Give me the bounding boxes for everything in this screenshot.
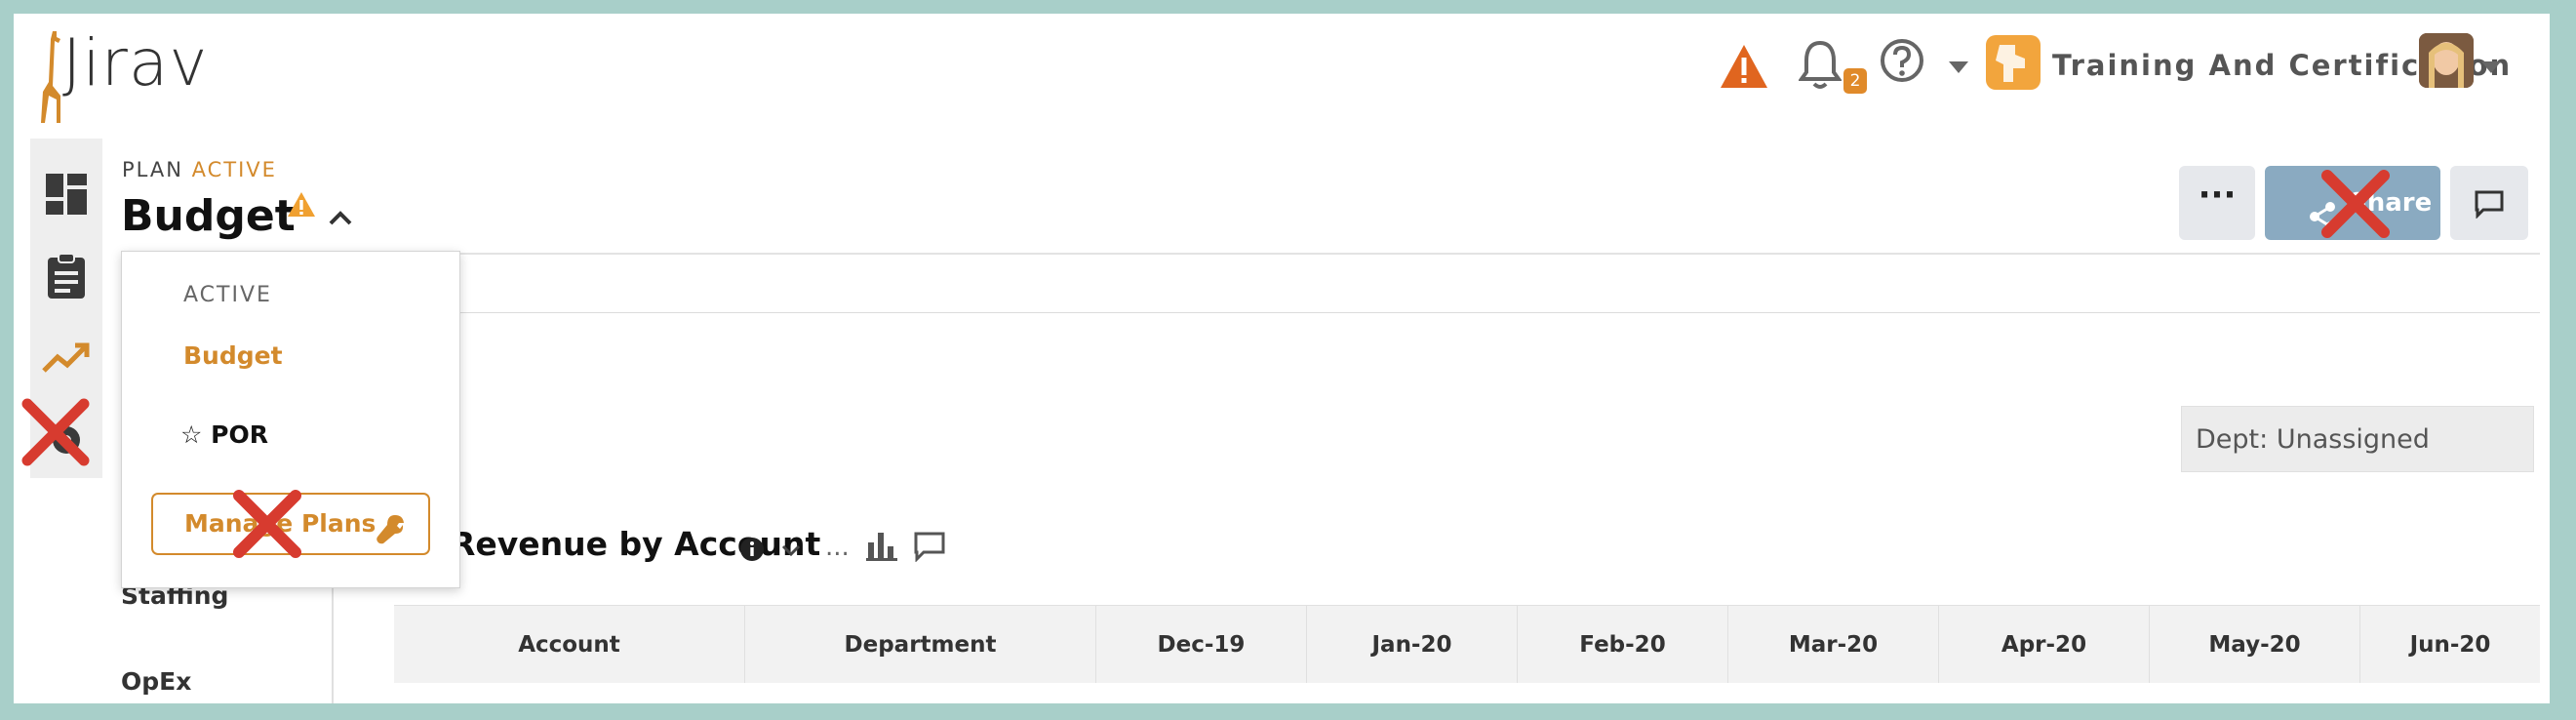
- table-body: [394, 683, 2540, 703]
- dropdown-section-header: ACTIVE: [183, 283, 272, 307]
- comment-icon: [2474, 189, 2505, 220]
- column-header-month[interactable]: Jan-20: [1307, 606, 1518, 684]
- dropdown-item-por[interactable]: ☆ POR: [180, 420, 268, 449]
- column-header-month[interactable]: May-20: [2150, 606, 2360, 684]
- dept-filter-label: Dept:: [2196, 424, 2269, 455]
- bell-icon[interactable]: [1798, 39, 1843, 92]
- dashboard-icon[interactable]: [40, 168, 93, 220]
- column-header-account[interactable]: Account: [394, 606, 745, 684]
- bar-chart-icon[interactable]: [864, 529, 899, 562]
- dept-filter-value: Unassigned: [2276, 424, 2430, 455]
- report-more-actions[interactable]: ...: [825, 533, 850, 562]
- report-comment-icon[interactable]: [913, 531, 946, 563]
- column-header-month[interactable]: Dec-19: [1096, 606, 1307, 684]
- wrench-icon: [374, 508, 407, 544]
- org-logo-icon[interactable]: [1986, 35, 2041, 90]
- section-opex[interactable]: OpEx: [121, 667, 191, 696]
- chevron-up-icon[interactable]: [328, 209, 353, 226]
- column-header-month[interactable]: Apr-20: [1939, 606, 2150, 684]
- trend-icon[interactable]: [40, 332, 93, 384]
- plan-dropdown-menu: ACTIVE Budget ☆ POR Manage Plans: [121, 251, 460, 588]
- info-icon[interactable]: [739, 537, 765, 562]
- report-chevron-down-icon[interactable]: [780, 542, 802, 557]
- redaction-x-mark-icon: [229, 486, 305, 562]
- help-icon[interactable]: [1879, 37, 1925, 84]
- app-logo[interactable]: Jirav: [62, 25, 208, 100]
- plan-status-label: PLAN ACTIVE: [122, 158, 277, 181]
- clipboard-icon[interactable]: [40, 250, 93, 302]
- plan-label: PLAN: [122, 158, 183, 181]
- comment-button[interactable]: [2450, 166, 2528, 240]
- warning-icon[interactable]: [1719, 43, 1769, 90]
- more-actions-button[interactable]: ···: [2179, 166, 2255, 240]
- avatar[interactable]: [2419, 33, 2474, 88]
- chevron-down-icon[interactable]: [1949, 59, 1968, 73]
- column-header-month[interactable]: Jun-20: [2360, 606, 2540, 684]
- column-header-month[interactable]: Mar-20: [1728, 606, 1939, 684]
- notification-count-badge: 2: [1843, 68, 1867, 94]
- dept-filter[interactable]: Dept: Unassigned: [2181, 406, 2534, 472]
- redaction-x-mark-icon: [2318, 166, 2394, 242]
- report-title: Revenue by Account: [451, 525, 821, 563]
- redaction-x-mark-icon: [20, 396, 92, 468]
- divider: [345, 253, 2540, 255]
- table-header-row: Account Department Dec-19 Jan-20 Feb-20 …: [394, 605, 2540, 685]
- dropdown-item-budget[interactable]: Budget: [183, 341, 283, 370]
- plan-title[interactable]: Budget: [121, 191, 296, 241]
- column-header-department[interactable]: Department: [745, 606, 1096, 684]
- app-window: Jirav 2 Training And Certification PLAN …: [14, 14, 2550, 703]
- plan-status: ACTIVE: [191, 158, 277, 181]
- column-header-month[interactable]: Feb-20: [1518, 606, 1728, 684]
- avatar-chevron-down-icon[interactable]: [2481, 59, 2501, 73]
- plan-warning-icon[interactable]: [287, 191, 316, 219]
